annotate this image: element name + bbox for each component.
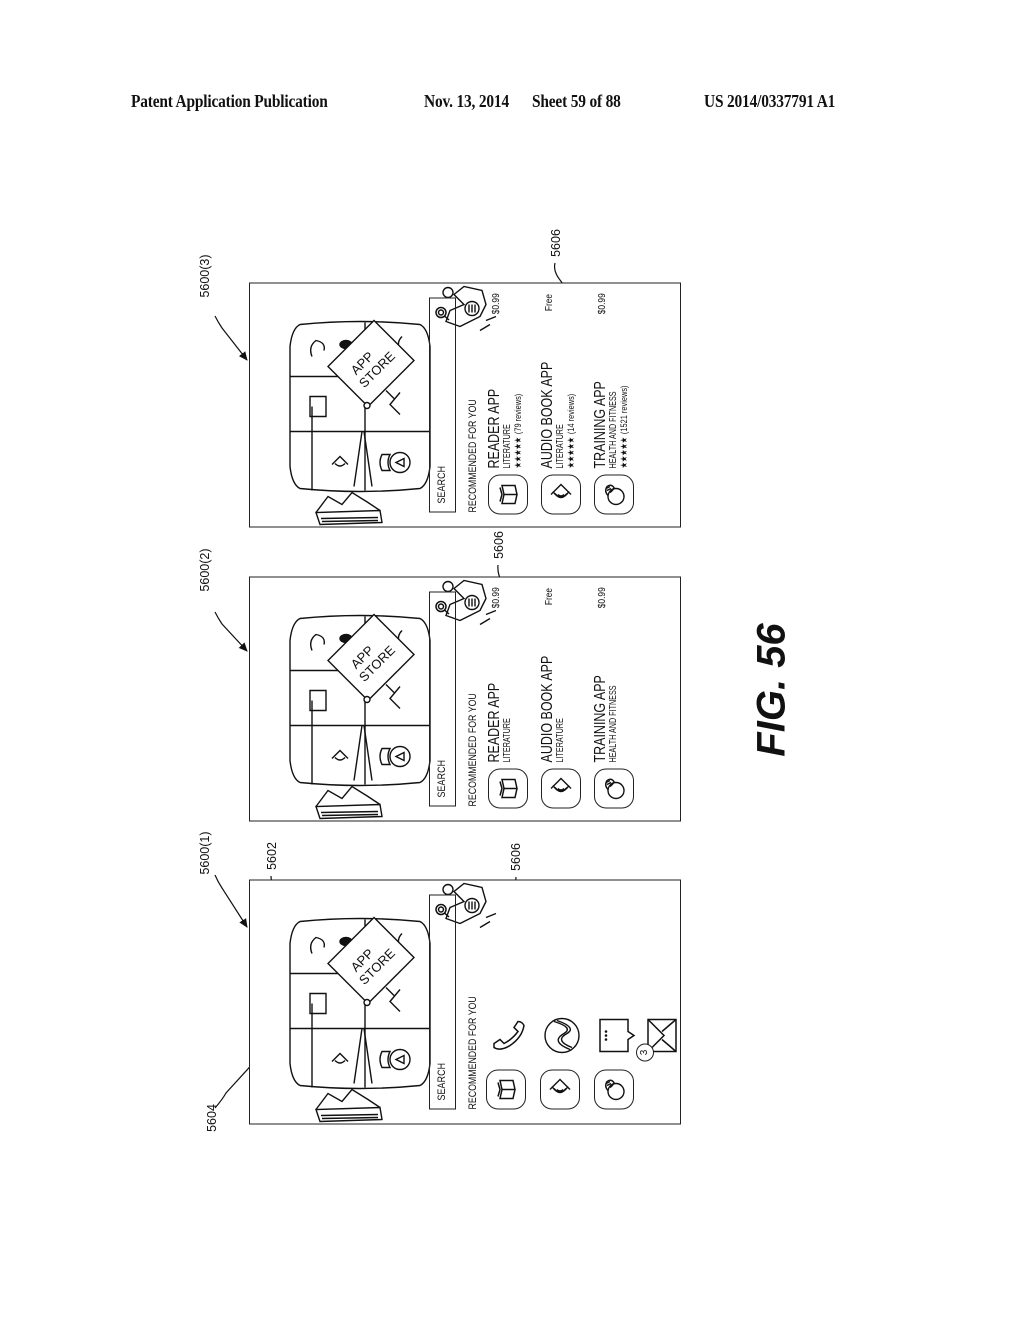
search-icon[interactable] <box>433 305 451 323</box>
ref-5600-3: 5600(3) <box>198 254 212 298</box>
figure-label: FIG. 56 <box>749 623 794 757</box>
app-name: TRAINING APP <box>592 381 609 469</box>
ref-5600-2: 5600(2) <box>198 548 212 592</box>
recommended-app-audio-book[interactable] <box>540 1069 580 1110</box>
training-icon <box>601 776 627 802</box>
audio-book-icon <box>548 776 574 802</box>
recommended-title: RECOMMENDED FOR YOU <box>467 996 479 1110</box>
app-icon-audio-book[interactable] <box>541 474 581 515</box>
app-icon-audio-book[interactable] <box>541 768 581 809</box>
ref-5600-1: 5600(1) <box>198 831 212 875</box>
phone-icon <box>493 1020 525 1050</box>
ref-5602: 5602 <box>265 842 279 870</box>
star-rating-icon: ★★★★★ <box>566 437 577 469</box>
dock-browser[interactable] <box>540 1016 584 1056</box>
review-count: (14 reviews) <box>566 393 577 435</box>
review-count: (1521 reviews) <box>619 385 630 435</box>
sheet-number: Sheet 59 of 88 <box>532 91 621 111</box>
app-price[interactable]: $0.99 <box>596 294 608 315</box>
search-icon[interactable] <box>433 902 451 920</box>
search-bar[interactable]: SEARCH <box>429 297 456 513</box>
app-name: TRAINING APP <box>592 675 609 763</box>
book-icon <box>495 482 521 508</box>
app-price[interactable]: $0.99 <box>490 294 502 315</box>
search-placeholder: SEARCH <box>436 759 448 798</box>
unread-badge: 3 <box>636 1043 654 1062</box>
recommended-title: RECOMMENDED FOR YOU <box>467 399 479 513</box>
app-list-item[interactable]: READER APP LITERATURE $0.99 <box>486 584 532 809</box>
dock-messages[interactable] <box>594 1016 638 1056</box>
recommended-app-reader[interactable] <box>486 1069 526 1110</box>
book-icon <box>495 776 521 802</box>
app-list-item[interactable]: TRAINING APP HEALTH AND FITNESS ★★★★★ (15… <box>592 290 638 515</box>
app-name: READER APP <box>486 682 503 763</box>
dock-mail[interactable]: 3 <box>636 1016 686 1062</box>
leader-5600-1 <box>214 874 248 928</box>
app-category: LITERATURE <box>502 718 513 763</box>
app-name: AUDIO BOOK APP <box>539 361 556 469</box>
ref-5606-1: 5606 <box>509 843 523 871</box>
recommended-title: RECOMMENDED FOR YOU <box>467 693 479 807</box>
app-list-item[interactable]: AUDIO BOOK APP LITERATURE Free <box>539 584 585 809</box>
audio-book-icon <box>548 482 574 508</box>
app-price[interactable]: Free <box>543 588 555 605</box>
phone-screen-5600-3: APP STORE SEARCH RECOMMENDED FOR YOU READ… <box>249 282 681 528</box>
app-rating: ★★★★★ (79 reviews) <box>513 394 524 469</box>
app-price[interactable]: Free <box>543 294 555 311</box>
search-icon[interactable] <box>433 599 451 617</box>
store-carousel-scene[interactable]: APPSTORE <box>250 879 500 1124</box>
app-category: LITERATURE <box>555 718 566 763</box>
search-bar[interactable]: SEARCH <box>429 591 456 807</box>
app-rating: ★★★★★ (14 reviews) <box>566 394 577 469</box>
app-category: LITERATURE <box>555 424 566 469</box>
app-list-item[interactable]: READER APP LITERATURE ★★★★★(79 reviews) … <box>486 290 532 515</box>
search-placeholder: SEARCH <box>436 465 448 504</box>
app-category: LITERATURE <box>502 424 513 469</box>
leader-5600-3 <box>214 315 248 361</box>
ref-5604: 5604 <box>205 1104 219 1132</box>
app-price[interactable]: $0.99 <box>490 588 502 609</box>
publication-number: US 2014/0337791 A1 <box>704 91 836 111</box>
book-icon <box>493 1077 519 1103</box>
star-rating-icon: ★★★★★ <box>619 437 630 469</box>
leader-5600-2 <box>214 611 248 652</box>
training-icon <box>601 482 627 508</box>
app-rating: ★★★★★ (1521 reviews) <box>619 386 630 469</box>
recommended-app-training[interactable] <box>594 1069 634 1110</box>
search-bar[interactable]: SEARCH <box>429 894 456 1110</box>
phone-screen-5600-1: APP STORE SEARCH RECOMMENDED FOR YOU 3 <box>249 879 681 1125</box>
app-list-item[interactable]: AUDIO BOOK APP LITERATURE ★★★★★ (14 revie… <box>539 290 585 515</box>
chat-bubble-icon <box>599 1018 636 1053</box>
review-count: (79 reviews) <box>513 393 524 435</box>
app-icon-training[interactable] <box>594 474 634 515</box>
star-rating-icon: ★★★★★ <box>513 437 524 469</box>
store-carousel-scene[interactable]: APPSTORE <box>250 576 500 821</box>
store-carousel-scene[interactable]: APPSTORE <box>250 282 500 527</box>
app-icon-reader[interactable] <box>488 768 528 809</box>
publication-date: Nov. 13, 2014 <box>424 91 509 111</box>
publication-type: Patent Application Publication <box>131 91 328 111</box>
app-name: AUDIO BOOK APP <box>539 655 556 763</box>
app-icon-training[interactable] <box>594 768 634 809</box>
audio-book-icon <box>547 1077 573 1103</box>
app-list-item[interactable]: TRAINING APP HEALTH AND FITNESS $0.99 <box>592 584 638 809</box>
app-category: HEALTH AND FITNESS <box>608 685 619 763</box>
app-name: READER APP <box>486 388 503 469</box>
app-price[interactable]: $0.99 <box>596 588 608 609</box>
training-icon <box>601 1077 627 1103</box>
ref-5606-3: 5606 <box>549 229 563 257</box>
phone-screen-5600-2: APP STORE SEARCH RECOMMENDED FOR YOU READ… <box>249 576 681 822</box>
dock-phone[interactable] <box>486 1016 530 1056</box>
browser-globe-icon <box>544 1017 580 1054</box>
app-category: HEALTH AND FITNESS <box>608 391 619 469</box>
ref-5606-2: 5606 <box>492 531 506 559</box>
app-icon-reader[interactable] <box>488 474 528 515</box>
search-placeholder: SEARCH <box>436 1062 448 1101</box>
